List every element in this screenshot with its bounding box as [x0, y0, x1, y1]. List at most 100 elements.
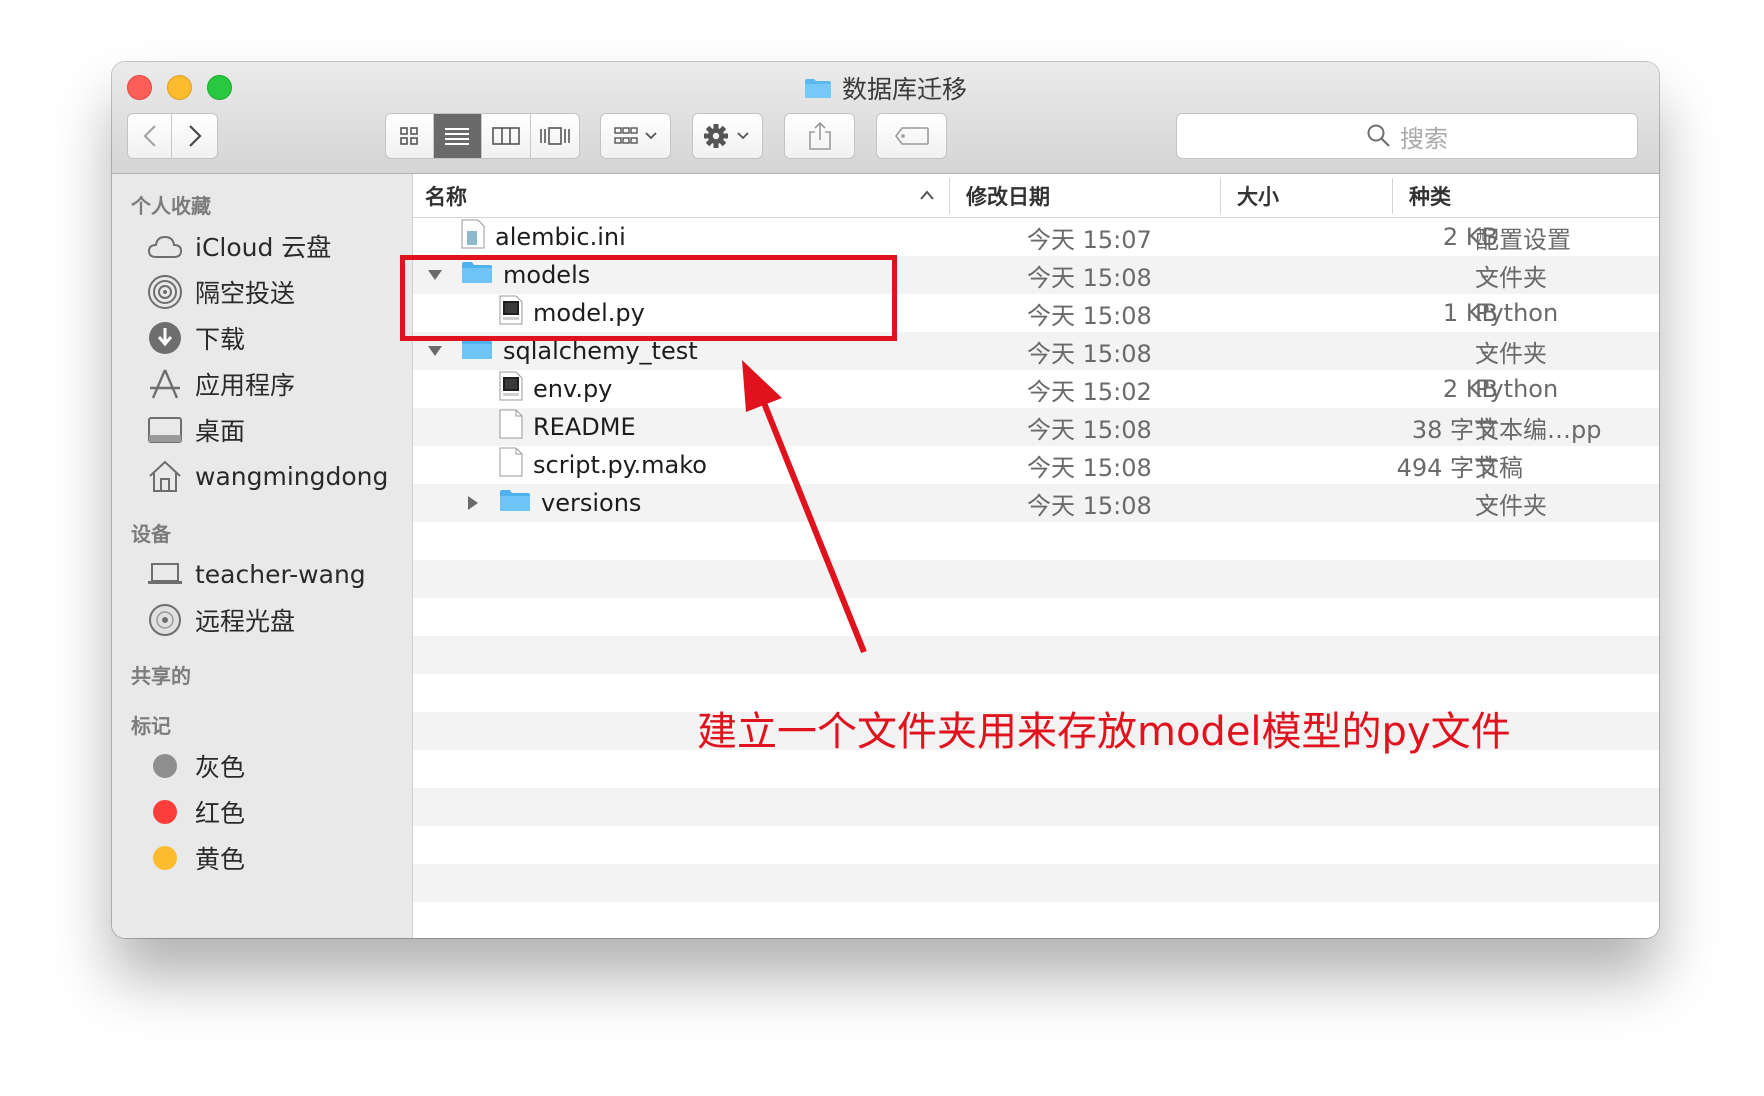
- sidebar-item-label: 红色: [195, 799, 246, 828]
- airdrop-icon: [145, 272, 185, 312]
- sidebar-item-icloud[interactable]: iCloud 云盘: [145, 226, 331, 266]
- column-view-button[interactable]: [482, 114, 531, 158]
- empty-row: [413, 826, 1659, 864]
- sidebar-item-airdrop[interactable]: 隔空投送: [145, 272, 295, 312]
- sidebar-item-tag-red[interactable]: 红色: [145, 792, 245, 832]
- file-date: 今天 15:08: [1027, 453, 1152, 482]
- file-kind: 文件夹: [1475, 263, 1547, 292]
- sidebar-item-tag-yellow[interactable]: 黄色: [145, 838, 245, 878]
- file-name: env.py: [499, 370, 612, 408]
- tag-button[interactable]: [876, 113, 947, 159]
- highlight-box: [400, 255, 897, 341]
- annotation-text: 建立一个文件夹用来存放model模型的py文件: [697, 709, 1511, 755]
- config-file-icon: [461, 219, 485, 255]
- disclosure-triangle-collapsed-icon[interactable]: [463, 484, 483, 522]
- column-size-label: 大小: [1237, 185, 1279, 209]
- tag-dot-icon: [145, 838, 185, 878]
- column-size-header[interactable]: 大小: [1237, 174, 1279, 218]
- download-icon: [145, 318, 185, 358]
- search-field[interactable]: 搜索: [1176, 113, 1638, 159]
- sidebar-item-label: wangmingdong: [195, 461, 389, 491]
- action-button[interactable]: [692, 113, 763, 159]
- empty-row: [413, 636, 1659, 674]
- file-row[interactable]: versions 今天 15:08 -- 文件夹: [413, 484, 1659, 522]
- file-date: 今天 15:08: [1027, 301, 1152, 330]
- empty-row: [413, 522, 1659, 560]
- file-date: 今天 15:08: [1027, 491, 1152, 520]
- cover-flow-view-button[interactable]: [531, 114, 579, 158]
- sidebar-item-home[interactable]: wangmingdong: [145, 456, 388, 496]
- folder-icon: [499, 488, 531, 518]
- sidebar-item-computer[interactable]: teacher-wang: [145, 554, 366, 594]
- columns-icon: [491, 127, 520, 145]
- search-icon: [1367, 124, 1390, 147]
- sidebar-item-label: teacher-wang: [195, 559, 366, 589]
- file-row[interactable]: alembic.ini 今天 15:07 2 KB 配置设置: [413, 218, 1659, 256]
- share-button[interactable]: [784, 113, 855, 159]
- cloud-icon: [145, 226, 185, 266]
- file-date: 今天 15:08: [1027, 263, 1152, 292]
- back-button[interactable]: [128, 114, 173, 158]
- tag-color-gray: [153, 754, 177, 778]
- column-divider[interactable]: [1392, 178, 1393, 214]
- document-icon: [499, 409, 523, 445]
- sidebar-item-label: 下载: [195, 325, 246, 354]
- search-placeholder: 搜索: [1400, 124, 1448, 153]
- arrange-button[interactable]: [600, 113, 671, 159]
- tag-color-red: [153, 800, 177, 824]
- empty-row: [413, 598, 1659, 636]
- sidebar-item-downloads[interactable]: 下载: [145, 318, 245, 358]
- file-kind: 文稿: [1475, 453, 1523, 482]
- file-date: 今天 15:07: [1027, 225, 1152, 254]
- list-view-button[interactable]: [433, 114, 483, 158]
- tag-dot-icon: [145, 746, 185, 786]
- file-kind: 配置设置: [1475, 225, 1571, 254]
- file-name: script.py.mako: [499, 446, 707, 484]
- sidebar-item-label: 黄色: [195, 845, 246, 874]
- file-name-text: sqlalchemy_test: [503, 337, 698, 365]
- sidebar-item-applications[interactable]: 应用程序: [145, 364, 295, 404]
- file-date: 今天 15:08: [1027, 339, 1152, 368]
- empty-row: [413, 902, 1659, 938]
- sidebar-item-desktop[interactable]: 桌面: [145, 410, 245, 450]
- applications-icon: [145, 364, 185, 404]
- window-title-bar: 数据库迁移: [112, 71, 1659, 105]
- file-date: 今天 15:08: [1027, 415, 1152, 444]
- column-name-header[interactable]: 名称: [425, 174, 935, 218]
- grid-icon: [400, 127, 419, 145]
- empty-row: [413, 560, 1659, 598]
- column-divider[interactable]: [1220, 178, 1221, 214]
- file-row[interactable]: env.py 今天 15:02 2 KB Python: [413, 370, 1659, 408]
- sidebar-section-shared: 共享的: [131, 664, 191, 688]
- file-row[interactable]: script.py.mako 今天 15:08 494 字节 文稿: [413, 446, 1659, 484]
- empty-row: [413, 788, 1659, 826]
- arrange-grid-icon: [613, 127, 657, 144]
- icon-view-button[interactable]: [386, 114, 434, 158]
- file-date: 今天 15:02: [1027, 377, 1152, 406]
- gear-icon: [703, 124, 749, 148]
- file-row[interactable]: README 今天 15:08 38 字节 文本编…pp: [413, 408, 1659, 446]
- sidebar-item-label: 灰色: [195, 753, 246, 782]
- file-kind: 文本编…pp: [1475, 415, 1602, 444]
- file-name: alembic.ini: [461, 218, 626, 256]
- file-name-text: versions: [541, 489, 642, 517]
- file-name-text: script.py.mako: [533, 451, 707, 479]
- column-kind-label: 种类: [1409, 185, 1451, 209]
- sidebar-item-remote-disc[interactable]: 远程光盘: [145, 600, 295, 640]
- sidebar-item-tag-gray[interactable]: 灰色: [145, 746, 245, 786]
- column-kind-header[interactable]: 种类: [1409, 174, 1451, 218]
- forward-button[interactable]: [172, 114, 217, 158]
- finder-window: 数据库迁移 搜索 个人收藏 iCloud 云盘 隔空投送 下载 应用程序 桌面 …: [112, 62, 1659, 938]
- share-icon: [808, 121, 831, 150]
- view-mode-control: [385, 113, 580, 159]
- sidebar-item-label: 桌面: [195, 417, 246, 446]
- cover-flow-icon: [539, 127, 570, 145]
- file-name: versions: [499, 484, 641, 522]
- column-header: 名称 修改日期 大小 种类: [413, 174, 1659, 218]
- column-divider[interactable]: [949, 178, 950, 214]
- sidebar-section-tags: 标记: [131, 714, 171, 738]
- chevron-up-icon: [920, 190, 934, 200]
- file-name-text: env.py: [533, 375, 613, 403]
- sidebar-item-label: iCloud 云盘: [195, 233, 332, 262]
- column-date-header[interactable]: 修改日期: [966, 174, 1050, 218]
